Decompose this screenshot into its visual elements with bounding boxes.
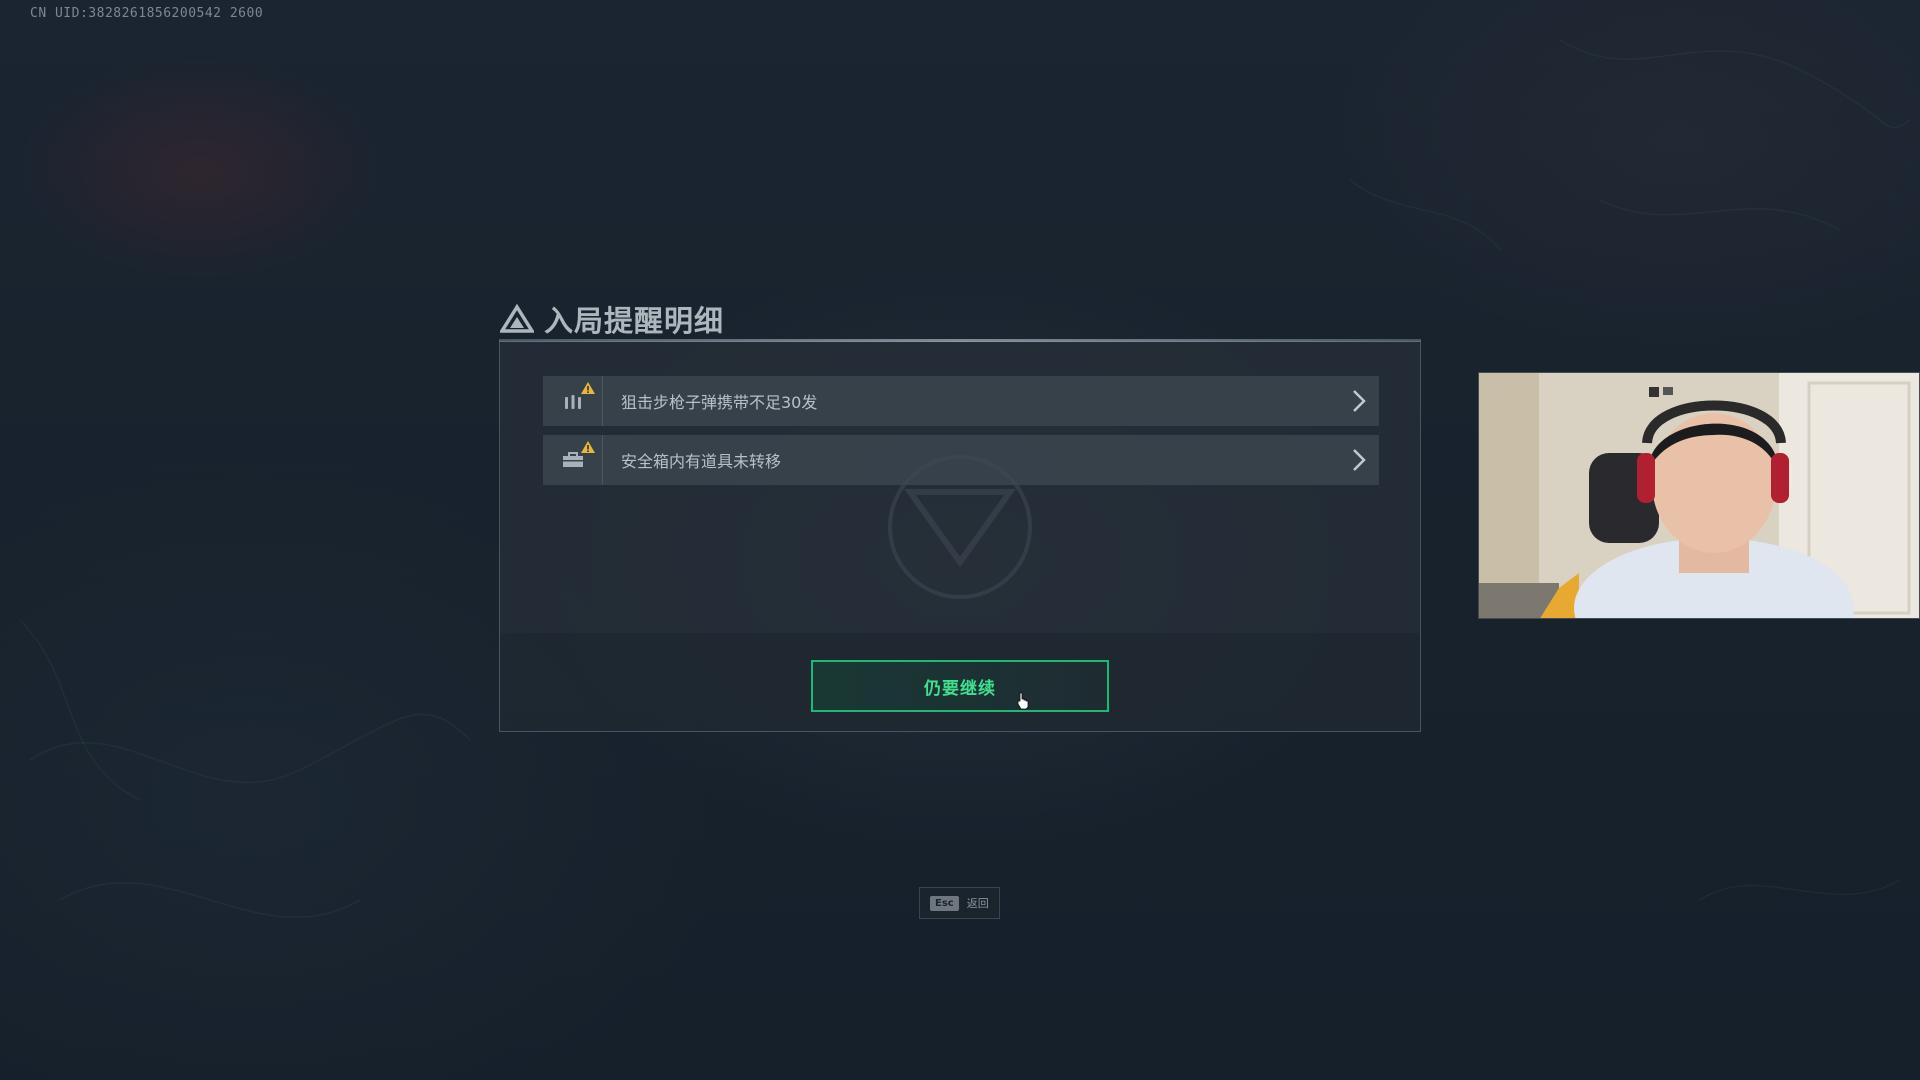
- warning-icon: [581, 441, 595, 453]
- row-icon-cell: [543, 435, 603, 485]
- dialog-title-text: 入局提醒明细: [544, 304, 725, 338]
- alert-label-ammo: 狙击步枪子弹携带不足30发: [621, 393, 818, 412]
- mouse-cursor-icon: [1017, 692, 1029, 710]
- entry-reminder-dialog: 狙击步枪子弹携带不足30发 安全箱内有道具未转移 仍要继续: [499, 339, 1421, 732]
- player-uid-label: CN UID:3828261856200542 2600: [30, 6, 264, 21]
- warning-icon: [581, 382, 595, 394]
- row-icon-cell: [543, 376, 603, 426]
- dialog-title: 入局提醒明细: [500, 298, 724, 340]
- continue-anyway-button[interactable]: 仍要继续: [811, 660, 1109, 712]
- chevron-right-icon: [1339, 376, 1379, 426]
- esc-key-badge: Esc: [930, 895, 959, 911]
- alert-row-ammo[interactable]: 狙击步枪子弹携带不足30发: [543, 376, 1379, 426]
- webcam-feed-image: [1479, 373, 1919, 618]
- esc-back-label: 返回: [966, 897, 989, 910]
- chevron-right-icon: [1339, 435, 1379, 485]
- alert-row-safe-box[interactable]: 安全箱内有道具未转移: [543, 435, 1379, 485]
- esc-back-hint[interactable]: Esc 返回: [919, 887, 1000, 919]
- alert-label-safe-box: 安全箱内有道具未转移: [621, 452, 782, 471]
- streamer-webcam-overlay: [1478, 372, 1920, 619]
- triangle-logo-icon: [500, 304, 534, 333]
- safe-box-icon: [562, 452, 583, 467]
